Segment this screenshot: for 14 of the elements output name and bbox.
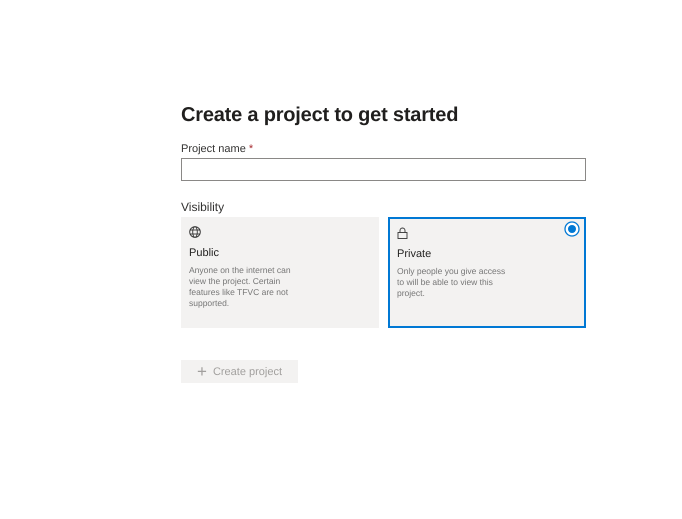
visibility-option[interactable]: Public Anyone on the internet can view the project. Certain features like TFVC are not supported. [181, 217, 379, 328]
option-title: Private [397, 248, 432, 260]
field-label: Project name [181, 143, 246, 155]
project-name-field[interactable] [181, 158, 586, 181]
required-mark: * [248, 143, 254, 155]
option-description: Only people you give access to will be able to view this project. [397, 266, 506, 299]
option-title: Public [189, 247, 220, 259]
section-label: Visibility [181, 200, 226, 214]
radio-selected-icon [564, 221, 580, 237]
page-heading: Create a project to get started [181, 104, 460, 127]
option-description: Anyone on the internet can view the project. Certain features like TFVC are not supported. [189, 265, 292, 309]
globe-icon [189, 226, 201, 238]
visibility-option[interactable]: Private Only people you give access to will be able to view this project. [388, 217, 586, 328]
lock-icon [397, 227, 408, 239]
